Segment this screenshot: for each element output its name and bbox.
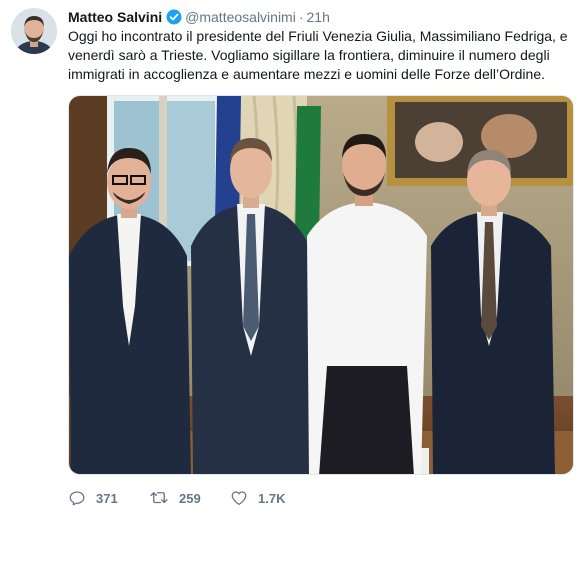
reply-button[interactable]: 371 [68, 489, 149, 507]
tweet-text-line: venerdì sarò a Trieste. Vogliamo sigilla… [68, 47, 550, 63]
author-name[interactable]: Matteo Salvini [68, 9, 162, 25]
verified-badge-icon [166, 9, 182, 29]
avatar-portrait [11, 8, 57, 54]
like-button[interactable]: 1.7K [230, 489, 311, 507]
like-count: 1.7K [258, 490, 286, 506]
tweet-card: Matteo Salvini @matteosalvinimi · 21h Oggi … [0, 0, 580, 563]
tweet-header: Matteo Salvini @matteosalvinimi · 21h [68, 8, 330, 26]
separator: · [298, 9, 304, 25]
author-handle[interactable]: @matteosalvinimi [185, 9, 296, 25]
author-avatar[interactable] [11, 8, 57, 54]
tweet-text-line: immigrati in accoglienza e aumentare mez… [68, 66, 545, 82]
tweet-actions: 371 259 1.7K [68, 488, 311, 508]
photo-four-men-office [69, 96, 573, 474]
retweet-count: 259 [179, 490, 201, 506]
heart-icon [231, 491, 247, 506]
retweet-button[interactable]: 259 [149, 489, 230, 507]
timestamp[interactable]: 21h [307, 9, 330, 25]
tweet-text: Oggi ho incontrato il presidente del Fri… [68, 27, 572, 84]
tweet-text-line: Oggi ho incontrato il presidente del Fri… [68, 28, 568, 44]
tweet-photo[interactable] [68, 95, 574, 475]
reply-count: 371 [96, 490, 118, 506]
reply-icon [69, 491, 85, 506]
retweet-icon [150, 492, 168, 504]
